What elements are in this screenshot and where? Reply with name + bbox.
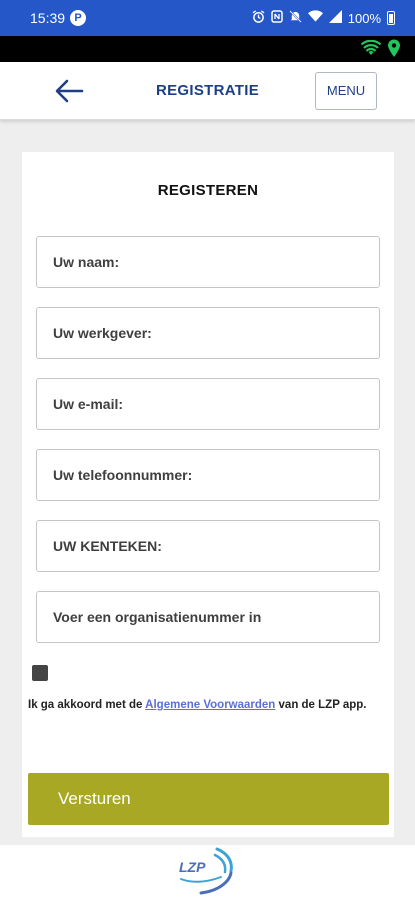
name-field[interactable] bbox=[36, 236, 380, 288]
submit-button[interactable]: Versturen bbox=[28, 773, 389, 825]
menu-button[interactable]: MENU bbox=[315, 72, 377, 110]
employer-field[interactable] bbox=[36, 307, 380, 359]
status-time: 15:39 bbox=[30, 10, 66, 26]
notification-badge: P bbox=[70, 10, 86, 26]
battery-icon bbox=[387, 11, 395, 25]
overlay-bar bbox=[0, 36, 415, 62]
wifi-icon bbox=[360, 39, 382, 61]
logo-swoosh-icon bbox=[180, 847, 233, 895]
lzp-logo: LZP bbox=[175, 845, 241, 897]
mute-icon bbox=[289, 10, 302, 26]
email-field[interactable] bbox=[36, 378, 380, 430]
battery-percent: 100% bbox=[347, 10, 381, 26]
app-bar: REGISTRATIE MENU bbox=[0, 62, 415, 120]
terms-checkbox[interactable] bbox=[32, 665, 48, 681]
organisation-number-field[interactable] bbox=[36, 591, 380, 643]
status-bar: 15:39 P 100% bbox=[0, 0, 415, 36]
nfc-icon bbox=[271, 10, 283, 26]
terms-link[interactable]: Algemene Voorwaarden bbox=[145, 699, 275, 711]
wifi-icon bbox=[307, 10, 323, 26]
status-icons: 100% bbox=[252, 10, 381, 26]
alarm-icon bbox=[252, 10, 265, 26]
phone-field[interactable] bbox=[36, 449, 380, 501]
terms-suffix: van de LZP app. bbox=[275, 699, 367, 711]
location-pin-icon bbox=[387, 39, 401, 62]
license-plate-field[interactable] bbox=[36, 520, 380, 572]
terms-text: Ik ga akkoord met de Algemene Voorwaarde… bbox=[28, 697, 383, 714]
form-title: REGISTEREN bbox=[157, 182, 259, 199]
signal-icon bbox=[328, 10, 342, 26]
terms-prefix: Ik ga akkoord met de bbox=[28, 699, 146, 711]
registration-card: REGISTEREN Ik ga akkoord met de Algemene… bbox=[22, 152, 394, 837]
footer: LZP bbox=[0, 845, 415, 900]
